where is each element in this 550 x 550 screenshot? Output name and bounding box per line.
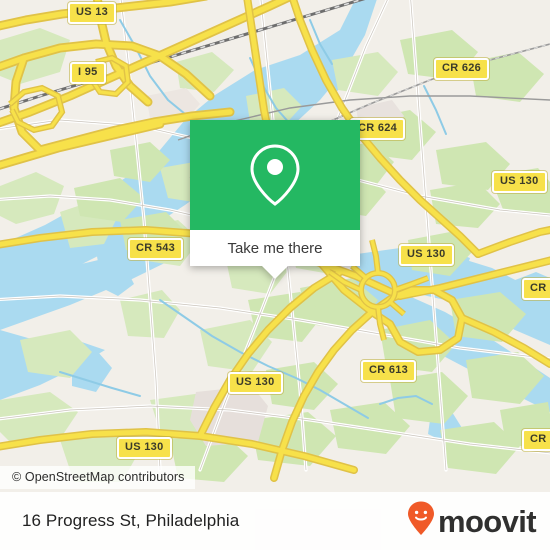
- moovit-map-screen: US 13 I 95 CR 626 CR 624 US 130 CR 543 U…: [0, 0, 550, 550]
- road-shield-us-13: US 13: [68, 2, 117, 24]
- take-me-there-button[interactable]: Take me there: [190, 230, 360, 266]
- road-shield-cr-6-upper: CR 6: [522, 278, 550, 300]
- popup-tail: [262, 266, 288, 279]
- moovit-logo[interactable]: moovit: [406, 501, 537, 542]
- road-shield-us-130-ne: US 130: [492, 171, 547, 193]
- destination-popup-card[interactable]: Take me there: [190, 120, 360, 279]
- road-shield-us-130-mid: US 130: [399, 244, 454, 266]
- road-shield-cr-543: CR 543: [128, 238, 184, 260]
- road-shield-cr-6-lower: CR 6: [522, 429, 550, 451]
- road-shield-i-95: I 95: [70, 62, 106, 84]
- bottom-info-bar: 16 Progress St, Philadelphia moovit: [0, 492, 550, 550]
- road-shield-us-130-sw: US 130: [228, 372, 283, 394]
- popup-pin-area: [190, 120, 360, 230]
- osm-attribution[interactable]: © OpenStreetMap contributors: [0, 466, 195, 489]
- location-pin-icon: [246, 141, 304, 209]
- moovit-smiley-pin-icon: [406, 501, 436, 542]
- road-shield-cr-613: CR 613: [361, 360, 417, 382]
- road-shield-cr-626: CR 626: [434, 58, 490, 80]
- moovit-wordmark: moovit: [437, 503, 537, 539]
- road-shield-us-130-bottom: US 130: [117, 437, 172, 459]
- address-label: 16 Progress St, Philadelphia: [22, 511, 240, 530]
